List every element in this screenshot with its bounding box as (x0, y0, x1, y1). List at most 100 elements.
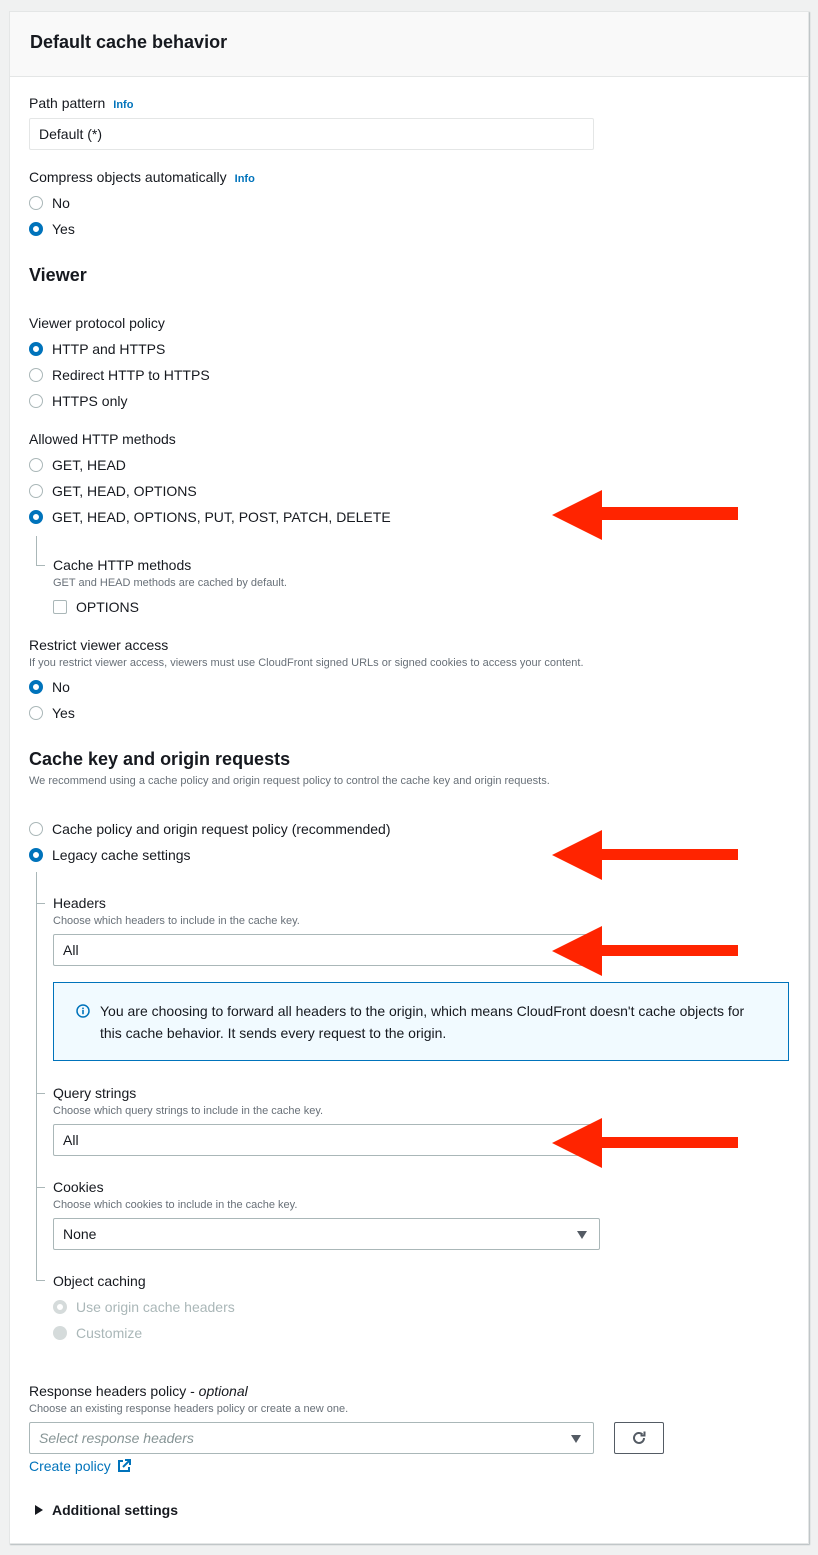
allowed-methods-label: Allowed HTTP methods (29, 431, 176, 447)
protocol-radio-redirect[interactable]: Redirect HTTP to HTTPS (29, 367, 210, 383)
restrict-viewer-access-description: If you restrict viewer access, viewers m… (29, 657, 584, 669)
object-caching-radio-customize[interactable]: Customize (53, 1325, 142, 1341)
methods-radio-get-head-options[interactable]: GET, HEAD, OPTIONS (29, 483, 197, 499)
object-caching-radio-origin[interactable]: Use origin cache headers (53, 1299, 235, 1315)
query-strings-label: Query strings (53, 1085, 137, 1101)
radio-label: Yes (52, 705, 75, 721)
radio-button[interactable] (29, 342, 43, 356)
radio-label: Cache policy and origin request policy (… (52, 821, 391, 837)
radio-label: Customize (76, 1325, 143, 1341)
annotation-arrow-icon (552, 926, 738, 976)
caret-right-icon (35, 1505, 43, 1515)
response-headers-select[interactable]: Select response headers (29, 1422, 594, 1454)
headers-description: Choose which headers to include in the c… (53, 915, 300, 927)
protocol-radio-https-only[interactable]: HTTPS only (29, 393, 127, 409)
response-headers-description: Choose an existing response headers poli… (29, 1403, 349, 1415)
panel-header: Default cache behavior (10, 12, 808, 77)
annotation-arrow-icon (552, 1118, 738, 1168)
cookies-select[interactable]: None (53, 1218, 600, 1250)
path-pattern-info-link[interactable]: Info (113, 99, 133, 111)
object-caching-label: Object caching (53, 1273, 146, 1289)
cache-options-checkbox-row[interactable]: OPTIONS (53, 599, 139, 615)
response-headers-label: Response headers policy - optional (29, 1383, 248, 1399)
annotation-arrow-icon (552, 490, 738, 540)
annotation-arrow-icon (552, 830, 738, 880)
compress-label-text: Compress objects automatically (29, 169, 227, 185)
caret-down-icon (571, 1435, 581, 1443)
create-policy-link[interactable]: Create policy (29, 1458, 131, 1474)
radio-button[interactable] (29, 458, 43, 472)
cache-key-radio-legacy[interactable]: Legacy cache settings (29, 847, 191, 863)
compress-info-link[interactable]: Info (235, 173, 255, 185)
create-policy-text[interactable]: Create policy (29, 1458, 111, 1474)
radio-button[interactable] (29, 484, 43, 498)
radio-button[interactable] (29, 196, 43, 210)
radio-label: GET, HEAD (52, 457, 126, 473)
headers-info-alert: You are choosing to forward all headers … (53, 982, 789, 1061)
options-checkbox[interactable] (53, 600, 67, 614)
radio-button[interactable] (53, 1300, 67, 1314)
methods-radio-get-head[interactable]: GET, HEAD (29, 457, 126, 473)
compress-radio-yes[interactable]: Yes (29, 221, 75, 237)
radio-button[interactable] (53, 1326, 67, 1340)
tree-line (36, 536, 37, 565)
radio-button[interactable] (29, 848, 43, 862)
radio-label: No (52, 679, 70, 695)
checkbox-label: OPTIONS (76, 599, 140, 615)
caret-down-icon (577, 1231, 587, 1239)
restrict-radio-yes[interactable]: Yes (29, 705, 75, 721)
cookies-description: Choose which cookies to include in the c… (53, 1199, 298, 1211)
refresh-button[interactable] (614, 1422, 664, 1454)
alert-text-line2: this cache behavior. It sends every requ… (100, 1025, 447, 1041)
compress-radio-no[interactable]: No (29, 195, 70, 211)
cache-methods-label: Cache HTTP methods (53, 557, 192, 573)
radio-label: Yes (52, 221, 75, 237)
radio-button[interactable] (29, 368, 43, 382)
tree-line (36, 1280, 45, 1281)
cookies-select-value: None (63, 1226, 97, 1242)
radio-button[interactable] (29, 222, 43, 236)
path-pattern-label-text: Path pattern (29, 95, 106, 111)
radio-label: HTTP and HTTPS (52, 341, 166, 357)
response-headers-label-text: Response headers policy (29, 1383, 187, 1399)
radio-label: Legacy cache settings (52, 847, 191, 863)
external-link-icon (117, 1459, 131, 1472)
radio-button[interactable] (29, 394, 43, 408)
restrict-radio-no[interactable]: No (29, 679, 70, 695)
radio-label: No (52, 195, 70, 211)
additional-settings-label: Additional settings (52, 1502, 178, 1518)
cache-methods-description: GET and HEAD methods are cached by defau… (53, 577, 287, 589)
info-icon (76, 1004, 90, 1018)
headers-select-value: All (63, 942, 79, 958)
radio-button[interactable] (29, 680, 43, 694)
compress-label: Compress objects automatically Info (29, 169, 255, 185)
viewer-protocol-policy-label: Viewer protocol policy (29, 315, 165, 331)
cookies-label: Cookies (53, 1179, 104, 1195)
panel-title: Default cache behavior (30, 32, 228, 52)
alert-text-line1: You are choosing to forward all headers … (100, 1003, 745, 1019)
refresh-icon (633, 1431, 646, 1444)
radio-button[interactable] (29, 822, 43, 836)
radio-label: GET, HEAD, OPTIONS (52, 483, 197, 499)
headers-label: Headers (53, 895, 106, 911)
query-strings-select-value: All (63, 1132, 79, 1148)
radio-button[interactable] (29, 706, 43, 720)
methods-radio-all[interactable]: GET, HEAD, OPTIONS, PUT, POST, PATCH, DE… (29, 509, 391, 525)
tree-line (36, 1093, 45, 1094)
path-pattern-label: Path pattern Info (29, 95, 133, 111)
radio-label: HTTPS only (52, 393, 128, 409)
radio-label: GET, HEAD, OPTIONS, PUT, POST, PATCH, DE… (52, 509, 391, 525)
protocol-radio-http-and-https[interactable]: HTTP and HTTPS (29, 341, 165, 357)
path-pattern-field[interactable]: Default (*) (29, 118, 594, 150)
query-strings-select[interactable]: All (53, 1124, 600, 1156)
tree-line (36, 565, 45, 566)
cache-key-radio-policy[interactable]: Cache policy and origin request policy (… (29, 821, 391, 837)
tree-line (36, 872, 37, 1280)
headers-select[interactable]: All (53, 934, 600, 966)
additional-settings-toggle[interactable]: Additional settings (35, 1502, 178, 1518)
optional-tag: optional (198, 1383, 248, 1399)
radio-button[interactable] (29, 510, 43, 524)
radio-label: Use origin cache headers (76, 1299, 235, 1315)
restrict-viewer-access-label: Restrict viewer access (29, 637, 169, 653)
viewer-heading: Viewer (29, 265, 87, 285)
